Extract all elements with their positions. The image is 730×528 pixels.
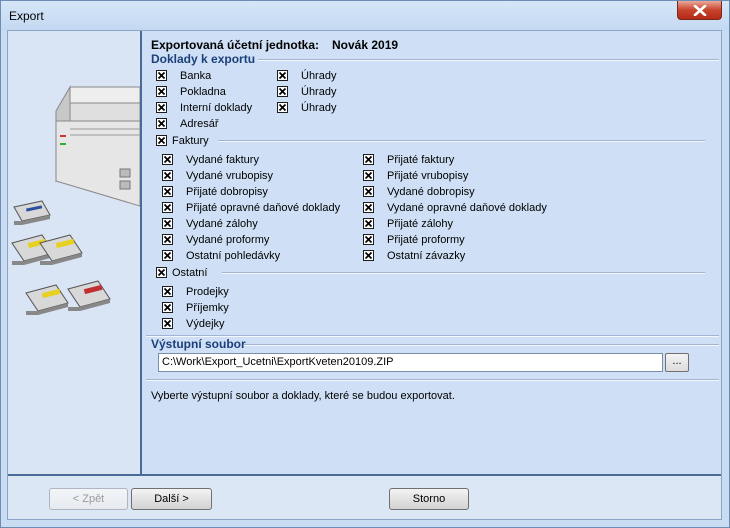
checkbox-pokladna[interactable] xyxy=(156,86,167,97)
checkbox-vydane-opravne-danove-doklady[interactable] xyxy=(363,202,374,213)
checkbox-label-banka: Banka xyxy=(180,70,212,82)
checkbox-label-prijate-dobropisy: Přijaté dobropisy xyxy=(186,186,268,198)
window-title: Export xyxy=(9,9,44,23)
other-group-label: Ostatní xyxy=(172,267,208,279)
checkbox-vydejky[interactable] xyxy=(162,318,173,329)
checkbox-interni-doklady[interactable] xyxy=(156,102,167,113)
checkbox-vydane-dobropisy[interactable] xyxy=(363,186,374,197)
checkbox-uhrady[interactable] xyxy=(277,70,288,81)
cancel-button[interactable]: Storno xyxy=(389,488,469,510)
output-divider xyxy=(244,344,719,346)
checkbox-vydane-proformy[interactable] xyxy=(162,234,173,245)
invoices-group-label: Faktury xyxy=(172,135,209,147)
hint-divider xyxy=(146,379,719,381)
accounting-unit-label: Exportovaná účetní jednotka: xyxy=(151,38,320,52)
checkbox-label-vydane-faktury: Vydané faktury xyxy=(186,154,259,166)
checkbox-vydane-zalohy[interactable] xyxy=(162,218,173,229)
title-bar[interactable]: Export xyxy=(1,1,729,31)
checkbox-label-prodejky: Prodejky xyxy=(186,286,229,298)
checkbox-label-vydane-opravne-danove-doklady: Vydané opravné daňové doklady xyxy=(387,202,547,214)
hint-text: Vyberte výstupní soubor a doklady, které… xyxy=(151,390,455,402)
checkbox-label-ostatni-zavazky: Ostatní závazky xyxy=(387,250,466,262)
checkbox-prijate-zalohy[interactable] xyxy=(363,218,374,229)
checkbox-label-vydane-proformy: Vydané proformy xyxy=(186,234,270,246)
accounting-unit-value: Novák 2019 xyxy=(332,38,399,52)
checkbox-adresar[interactable] xyxy=(156,118,167,129)
illustration-panel xyxy=(8,31,142,474)
checkbox-prijemky[interactable] xyxy=(162,302,173,313)
checkbox-label-prijate-faktury: Přijaté faktury xyxy=(387,154,455,166)
other-group-checkbox[interactable] xyxy=(156,267,167,278)
computer-icon xyxy=(55,85,141,207)
checkbox-prijate-faktury[interactable] xyxy=(363,154,374,165)
computer-and-diskettes-illustration xyxy=(11,85,141,315)
checkbox-uhrady[interactable] xyxy=(277,102,288,113)
checkbox-label-vydejky: Výdejky xyxy=(186,318,225,330)
diskette-icon xyxy=(39,234,83,265)
checkbox-label-uhrady: Úhrady xyxy=(301,70,337,82)
checkbox-label-prijate-proformy: Přijaté proformy xyxy=(387,234,465,246)
back-button[interactable]: < Zpět xyxy=(49,488,128,510)
checkbox-vydane-vrubopisy[interactable] xyxy=(162,170,173,181)
checkbox-label-prijate-vrubopisy: Přijaté vrubopisy xyxy=(387,170,469,182)
checkbox-label-prijate-zalohy: Přijaté zálohy xyxy=(387,218,454,230)
checkbox-label-pokladna: Pokladna xyxy=(180,86,226,98)
diskette-icon xyxy=(25,284,69,315)
checkbox-ostatni-zavazky[interactable] xyxy=(363,250,374,261)
checkbox-prijate-proformy[interactable] xyxy=(363,234,374,245)
checkbox-prodejky[interactable] xyxy=(162,286,173,297)
diskette-icon xyxy=(67,280,111,311)
checkbox-label-prijemky: Příjemky xyxy=(186,302,229,314)
documents-section-title: Doklady k exportu xyxy=(151,52,256,66)
checkbox-ostatni-pohledavky[interactable] xyxy=(162,250,173,261)
invoices-divider xyxy=(218,140,705,142)
browse-button[interactable]: ... xyxy=(665,353,689,372)
output-section-title: Výstupní soubor xyxy=(151,337,246,351)
checkbox-vydane-faktury[interactable] xyxy=(162,154,173,165)
checkbox-label-adresar: Adresář xyxy=(180,118,219,130)
invoices-group-checkbox[interactable] xyxy=(156,135,167,146)
diskette-icon xyxy=(13,200,51,225)
close-button[interactable] xyxy=(677,1,722,20)
close-icon xyxy=(693,5,707,16)
documents-divider xyxy=(258,59,719,61)
output-file-input[interactable]: C:\Work\Export_Ucetni\ExportKveten20109.… xyxy=(158,353,663,372)
checkbox-label-vydane-dobropisy: Vydané dobropisy xyxy=(387,186,475,198)
checkbox-banka[interactable] xyxy=(156,70,167,81)
checkbox-label-ostatni-pohledavky: Ostatní pohledávky xyxy=(186,250,281,262)
checkbox-label-uhrady: Úhrady xyxy=(301,86,337,98)
next-button[interactable]: Další > xyxy=(131,488,212,510)
checkbox-prijate-dobropisy[interactable] xyxy=(162,186,173,197)
checkbox-uhrady[interactable] xyxy=(277,86,288,97)
checkbox-label-prijate-opravne-danove-doklady: Přijaté opravné daňové doklady xyxy=(186,202,341,214)
checkbox-label-uhrady: Úhrady xyxy=(301,102,337,114)
checkbox-prijate-opravne-danove-doklady[interactable] xyxy=(162,202,173,213)
checkbox-label-vydane-vrubopisy: Vydané vrubopisy xyxy=(186,170,274,182)
checkbox-label-vydane-zalohy: Vydané zálohy xyxy=(186,218,258,230)
checkbox-label-interni-doklady: Interní doklady xyxy=(180,102,253,114)
bottom-separator xyxy=(8,474,721,476)
checkbox-prijate-vrubopisy[interactable] xyxy=(363,170,374,181)
other-divider xyxy=(222,272,705,274)
